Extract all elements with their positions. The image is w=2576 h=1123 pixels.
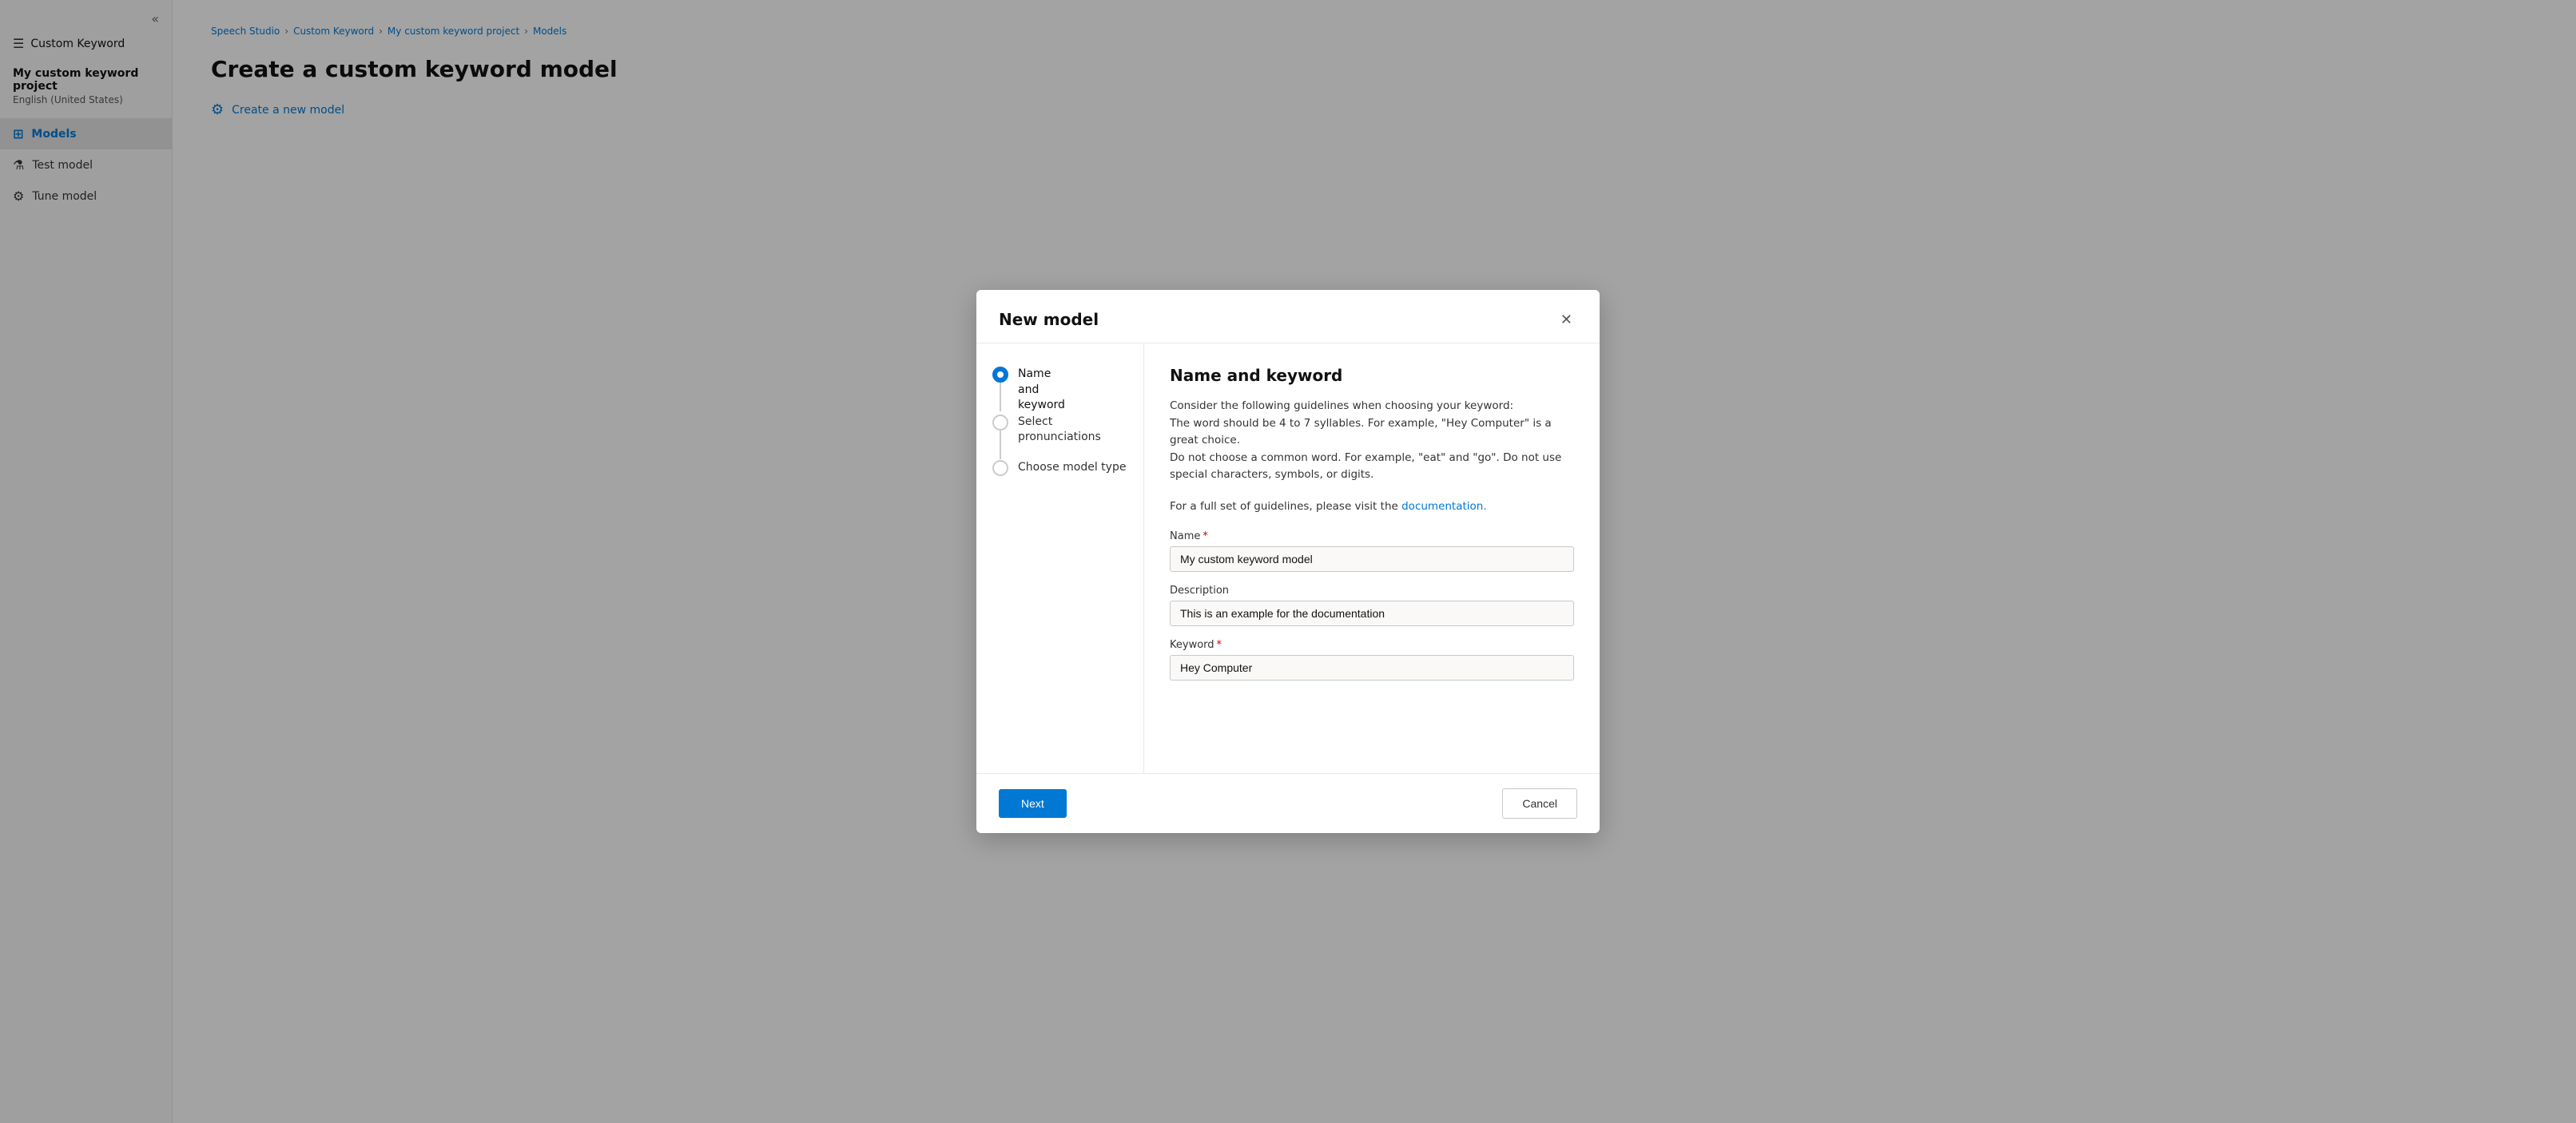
description-label: Description [1170,585,1574,597]
dialog: New model ✕ Name and keyword [976,290,1600,833]
description-form-group: Description [1170,585,1574,626]
dialog-footer: Next Cancel [976,773,1600,833]
step-label-3: Choose model type [1018,459,1126,476]
step-circle-1 [992,367,1008,383]
keyword-input[interactable] [1170,655,1574,681]
next-button[interactable]: Next [999,789,1067,818]
keyword-required-star: * [1217,639,1222,651]
dialog-body: Name and keyword Select pronunciations C… [976,343,1600,773]
content-title: Name and keyword [1170,366,1574,385]
step-line-1 [1000,383,1001,411]
dialog-close-button[interactable]: ✕ [1556,309,1577,330]
guideline-line2: The word should be 4 to 7 syllables. For… [1170,417,1552,447]
dialog-title: New model [999,310,1099,329]
step-circle-3 [992,460,1008,476]
dialog-header: New model ✕ [976,290,1600,343]
description-input[interactable] [1170,601,1574,626]
guideline-line3: Do not choose a common word. For example… [1170,451,1561,482]
guidelines-text: Consider the following guidelines when c… [1170,398,1574,484]
step-label-1: Name and keyword [1018,366,1065,414]
guideline-line4: For a full set of guidelines, please vis… [1170,500,1398,513]
content-panel: Name and keyword Consider the following … [1144,343,1600,773]
guidelines-doc-text: For a full set of guidelines, please vis… [1170,498,1574,516]
step-line-2 [1000,431,1001,459]
name-input[interactable] [1170,546,1574,572]
step-label-2: Select pronunciations [1018,414,1127,446]
cancel-button[interactable]: Cancel [1502,788,1577,819]
steps-panel: Name and keyword Select pronunciations C… [976,343,1144,773]
name-required-star: * [1203,530,1208,542]
name-form-group: Name * [1170,530,1574,572]
step-circle-2 [992,415,1008,431]
name-label: Name * [1170,530,1574,542]
keyword-label: Keyword * [1170,639,1574,651]
guideline-line1: Consider the following guidelines when c… [1170,399,1513,412]
modal-overlay: New model ✕ Name and keyword [0,0,2576,1123]
keyword-form-group: Keyword * [1170,639,1574,681]
documentation-link[interactable]: documentation. [1401,500,1487,513]
